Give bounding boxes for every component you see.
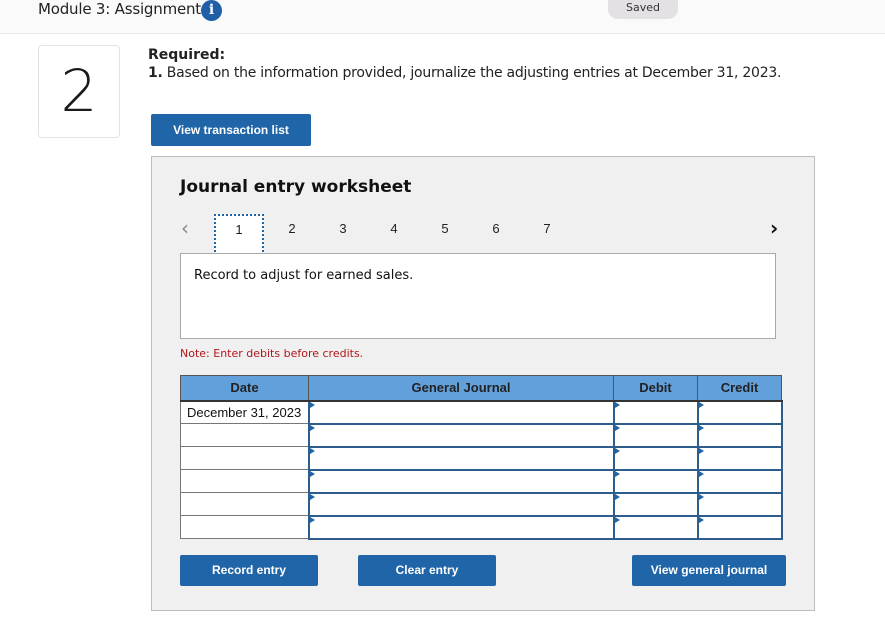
view-transaction-list-button[interactable]: View transaction list: [151, 114, 311, 146]
debit-input[interactable]: [612, 491, 699, 517]
saved-status-badge: Saved: [608, 0, 678, 19]
credit-input[interactable]: [696, 491, 783, 517]
top-bar: Module 3: Assignment i Saved: [0, 0, 885, 34]
date-cell[interactable]: December 31, 2023: [180, 400, 309, 424]
record-entry-button[interactable]: Record entry: [180, 555, 318, 586]
entry-description: Record to adjust for earned sales.: [194, 268, 414, 283]
page-tab-3[interactable]: 3: [318, 214, 368, 254]
table-row: December 31, 2023: [180, 399, 783, 425]
credit-input[interactable]: [696, 514, 783, 540]
account-input[interactable]: [307, 491, 615, 517]
credit-input[interactable]: [696, 468, 783, 494]
date-cell[interactable]: [180, 446, 309, 470]
credit-input[interactable]: [696, 399, 783, 425]
table-row: [180, 514, 783, 540]
question-number-box: 2: [38, 45, 120, 138]
entry-description-box: Record to adjust for earned sales.: [180, 253, 776, 339]
account-input[interactable]: [307, 445, 615, 471]
table-row: [180, 491, 783, 517]
page-tab-1[interactable]: 1: [214, 214, 264, 256]
clear-entry-button[interactable]: Clear entry: [358, 555, 496, 586]
table-row: [180, 422, 783, 448]
journal-entry-worksheet-panel: Journal entry worksheet ‹ 1 2 3 4 5 6 7 …: [151, 156, 815, 611]
debit-input[interactable]: [612, 468, 699, 494]
date-cell[interactable]: [180, 492, 309, 516]
required-label: Required:: [148, 47, 226, 63]
table-row: [180, 468, 783, 494]
credit-input[interactable]: [696, 422, 783, 448]
debit-input[interactable]: [612, 422, 699, 448]
page-tab-4[interactable]: 4: [369, 214, 419, 254]
item-text: Based on the information provided, journ…: [162, 65, 782, 81]
required-instruction: 1. Based on the information provided, jo…: [148, 65, 781, 81]
worksheet-title: Journal entry worksheet: [180, 177, 412, 197]
column-header-credit: Credit: [697, 375, 782, 402]
date-cell[interactable]: [180, 515, 309, 539]
page-tab-6[interactable]: 6: [471, 214, 521, 254]
table-row: [180, 445, 783, 471]
chevron-left-icon[interactable]: ‹: [181, 217, 189, 239]
column-header-debit: Debit: [613, 375, 698, 402]
debit-input[interactable]: [612, 399, 699, 425]
view-general-journal-button[interactable]: View general journal: [632, 555, 786, 586]
date-cell[interactable]: [180, 423, 309, 447]
account-input[interactable]: [307, 468, 615, 494]
debit-input[interactable]: [612, 445, 699, 471]
account-input[interactable]: [307, 422, 615, 448]
debit-input[interactable]: [612, 514, 699, 540]
date-cell[interactable]: [180, 469, 309, 493]
credit-input[interactable]: [696, 445, 783, 471]
column-header-general-journal: General Journal: [308, 375, 614, 402]
question-number: 2: [60, 57, 98, 125]
chevron-right-icon[interactable]: ›: [770, 217, 778, 239]
info-icon[interactable]: i: [201, 0, 222, 21]
item-number: 1.: [148, 65, 163, 81]
page-tab-2[interactable]: 2: [267, 214, 317, 254]
column-header-date: Date: [180, 375, 309, 402]
module-title: Module 3: Assignment: [38, 0, 201, 18]
page-tab-7[interactable]: 7: [522, 214, 572, 254]
note-text: Note: Enter debits before credits.: [180, 347, 364, 360]
journal-header-row: Date General Journal Debit Credit: [180, 375, 782, 402]
journal-table: Date General Journal Debit Credit Decemb…: [180, 375, 783, 540]
page-tab-5[interactable]: 5: [420, 214, 470, 254]
account-input[interactable]: [307, 399, 615, 425]
account-input[interactable]: [307, 514, 615, 540]
